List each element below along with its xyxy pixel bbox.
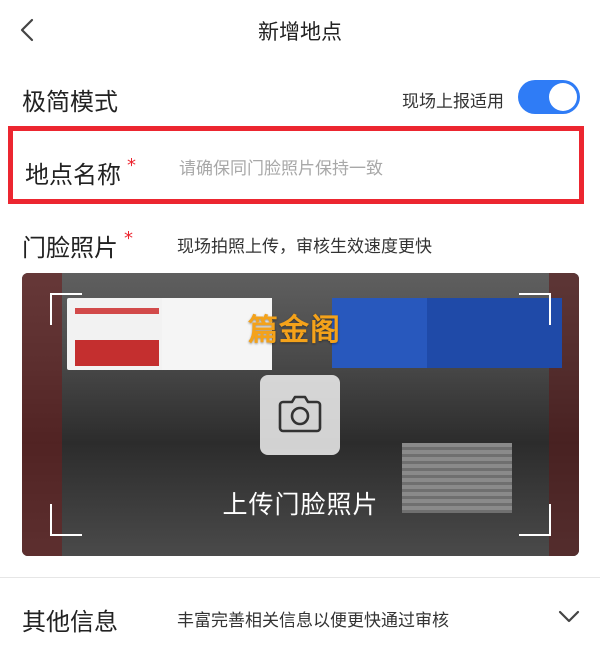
page-title: 新增地点	[258, 20, 342, 44]
frame-corner-top-right	[519, 293, 551, 325]
location-name-row: 地点名称 *	[8, 126, 584, 204]
photo-watermark: 篇金阁	[248, 313, 341, 348]
nav-bar: 新增地点	[0, 0, 600, 60]
simple-mode-label: 极简模式	[22, 88, 118, 116]
simple-mode-toggle[interactable]	[518, 80, 580, 114]
other-info-hint: 丰富完善相关信息以便更快通过审核	[177, 611, 449, 631]
location-name-input[interactable]	[179, 155, 559, 183]
simple-mode-row: 极简模式 现场上报适用	[0, 62, 600, 128]
frame-corner-top-left	[50, 293, 82, 325]
camera-icon	[278, 395, 322, 433]
chevron-down-icon[interactable]	[556, 606, 582, 626]
location-name-label: 地点名称 *	[25, 155, 136, 189]
required-mark: *	[124, 228, 133, 249]
storefront-photo-label: 门脸照片 *	[22, 228, 133, 262]
upload-photo-label: 上传门脸照片	[222, 490, 379, 519]
other-info-label: 其他信息	[22, 608, 118, 636]
section-divider	[0, 577, 600, 578]
other-info-row[interactable]: 其他信息 丰富完善相关信息以便更快通过审核	[0, 582, 600, 646]
simple-mode-hint: 现场上报适用	[402, 92, 504, 112]
toggle-knob	[549, 83, 577, 111]
camera-button[interactable]	[260, 375, 340, 455]
required-mark: *	[127, 155, 136, 176]
storefront-photo-hint: 现场拍照上传，审核生效速度更快	[177, 237, 432, 257]
storefront-photo-row: 门脸照片 * 现场拍照上传，审核生效速度更快	[0, 214, 600, 270]
storefront-photo-upload[interactable]: 篇金阁 上传门脸照片	[22, 273, 579, 556]
